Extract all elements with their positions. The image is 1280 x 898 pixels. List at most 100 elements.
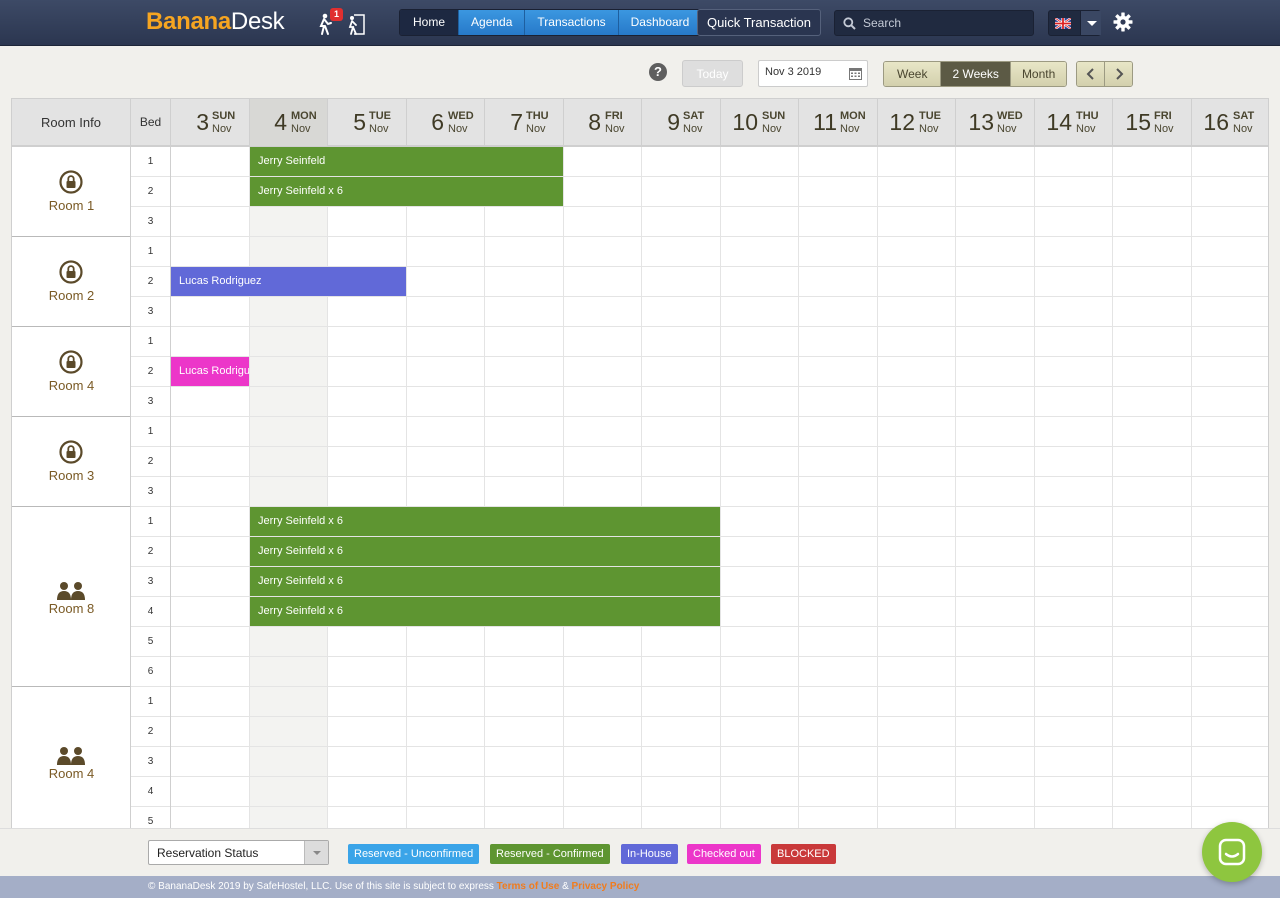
bed-number: 1 (131, 237, 171, 267)
nav-tab-transactions[interactable]: Transactions (524, 10, 618, 35)
day-header[interactable]: 4 MON Nov (250, 99, 328, 146)
day-header[interactable]: 16 SAT Nov (1192, 99, 1268, 146)
day-header[interactable]: 3 SUN Nov (171, 99, 250, 146)
day-number: 15 (1125, 109, 1151, 135)
day-header[interactable]: 7 THU Nov (485, 99, 564, 146)
day-gridline (249, 417, 250, 507)
room-info-cell[interactable]: Room 4 (12, 687, 131, 828)
day-gridline (955, 507, 956, 687)
day-gridline (1191, 237, 1192, 327)
chevron-down-icon[interactable] (304, 841, 328, 864)
day-header[interactable]: 11 MON Nov (799, 99, 878, 146)
reservation-block[interactable]: Jerry Seinfeld x 6 (250, 177, 563, 206)
day-header[interactable]: 12 TUE Nov (878, 99, 956, 146)
day-header[interactable]: 15 FRI Nov (1113, 99, 1192, 146)
reservation-status-select[interactable]: Reservation Status (148, 840, 329, 865)
day-header[interactable]: 10 SUN Nov (721, 99, 799, 146)
day-gridline (327, 327, 328, 417)
today-button[interactable]: Today (682, 60, 743, 87)
day-gridline (877, 327, 878, 417)
day-of-week: THU (526, 110, 549, 122)
gear-icon[interactable] (1113, 12, 1133, 32)
day-header[interactable]: 13 WED Nov (956, 99, 1035, 146)
day-gridline (955, 237, 956, 327)
room-info-cell[interactable]: Room 8 (12, 507, 131, 687)
room-name: Room 4 (48, 378, 95, 393)
day-header[interactable]: 5 TUE Nov (328, 99, 407, 146)
day-gridline (877, 417, 878, 507)
chevron-down-icon[interactable] (1080, 11, 1101, 35)
reservation-block[interactable]: Jerry Seinfeld x 6 (250, 507, 720, 536)
month-label: Nov (369, 123, 389, 135)
reservation-block[interactable]: Lucas Rodriguez (171, 357, 249, 386)
room-info-cell[interactable]: Room 1 (12, 147, 131, 237)
date-picker[interactable] (758, 60, 868, 87)
day-header[interactable]: 9 SAT Nov (642, 99, 721, 146)
date-input[interactable] (765, 66, 845, 78)
nav-tab-home[interactable]: Home (400, 10, 459, 35)
language-selector[interactable] (1048, 10, 1101, 36)
bed-row: 3 (131, 387, 1268, 417)
chat-widget-button[interactable] (1202, 822, 1262, 882)
footer-ampersand: & (559, 881, 572, 892)
day-gridline (798, 687, 799, 828)
banana-desk-logo[interactable]: BananaDesk (146, 8, 285, 36)
day-gridline (484, 327, 485, 417)
day-header[interactable]: 14 THU Nov (1035, 99, 1113, 146)
quick-transaction-button[interactable]: Quick Transaction (697, 9, 821, 36)
view-2-weeks-button[interactable]: 2 Weeks (940, 62, 1010, 86)
day-gridline (798, 327, 799, 417)
day-gridline (720, 507, 721, 687)
bed-row: 2 (131, 447, 1268, 477)
room-info-cell[interactable]: Room 3 (12, 417, 131, 507)
reservation-block[interactable]: Lucas Rodriguez (171, 267, 406, 296)
day-number: 3 (196, 109, 209, 135)
day-number: 10 (732, 109, 758, 135)
day-header[interactable]: 8 FRI Nov (564, 99, 642, 146)
main-navigation: Home Agenda Transactions Dashboard (399, 9, 703, 36)
reservation-block[interactable]: Jerry Seinfeld x 6 (250, 597, 720, 626)
day-gridline (484, 687, 485, 828)
reservation-block[interactable]: Jerry Seinfeld x 6 (250, 537, 720, 566)
day-gridline (720, 147, 721, 237)
bed-number: 3 (131, 207, 171, 237)
month-label: Nov (919, 123, 939, 135)
legend-badge: Reserved - Confirmed (490, 844, 610, 864)
day-gridline (1112, 687, 1113, 828)
day-gridline (1034, 237, 1035, 327)
search-input[interactable] (863, 14, 1028, 32)
bed-number: 5 (131, 627, 171, 657)
footer: © BananaDesk 2019 by SafeHostel, LLC. Us… (0, 876, 1280, 898)
nav-tab-agenda[interactable]: Agenda (458, 10, 525, 35)
lock-icon (59, 170, 83, 194)
view-week-button[interactable]: Week (884, 62, 941, 86)
terms-of-use-link[interactable]: Terms of Use (497, 881, 560, 892)
bed-row: 3 (131, 477, 1268, 507)
room-info-cell[interactable]: Room 2 (12, 237, 131, 327)
reservation-block[interactable]: Jerry Seinfeld (250, 147, 563, 176)
help-icon[interactable]: ? (649, 63, 667, 81)
month-label: Nov (291, 123, 311, 135)
privacy-policy-link[interactable]: Privacy Policy (572, 881, 640, 892)
previous-period-button[interactable] (1077, 62, 1105, 86)
nav-tab-dashboard[interactable]: Dashboard (617, 10, 702, 35)
room-info-cell[interactable]: Room 4 (12, 327, 131, 417)
reservation-block[interactable]: Jerry Seinfeld x 6 (250, 567, 720, 596)
room-group: Room 4 12345 (12, 687, 1268, 828)
day-number: 9 (667, 109, 680, 135)
day-gridline (955, 687, 956, 828)
day-header[interactable]: 6 WED Nov (407, 99, 485, 146)
calendar-icon[interactable] (849, 67, 862, 80)
day-gridline (1191, 507, 1192, 687)
month-label: Nov (840, 123, 860, 135)
bed-row: 5 (131, 627, 1268, 657)
bed-number: 2 (131, 267, 171, 297)
bed-number: 1 (131, 507, 171, 537)
chevron-left-icon (1086, 68, 1094, 80)
bed-number: 3 (131, 567, 171, 597)
room-info-header: Room Info (12, 99, 131, 146)
view-month-button[interactable]: Month (1009, 62, 1067, 86)
departures-icon[interactable] (345, 12, 367, 36)
day-gridline (1191, 687, 1192, 828)
next-period-button[interactable] (1104, 62, 1132, 86)
